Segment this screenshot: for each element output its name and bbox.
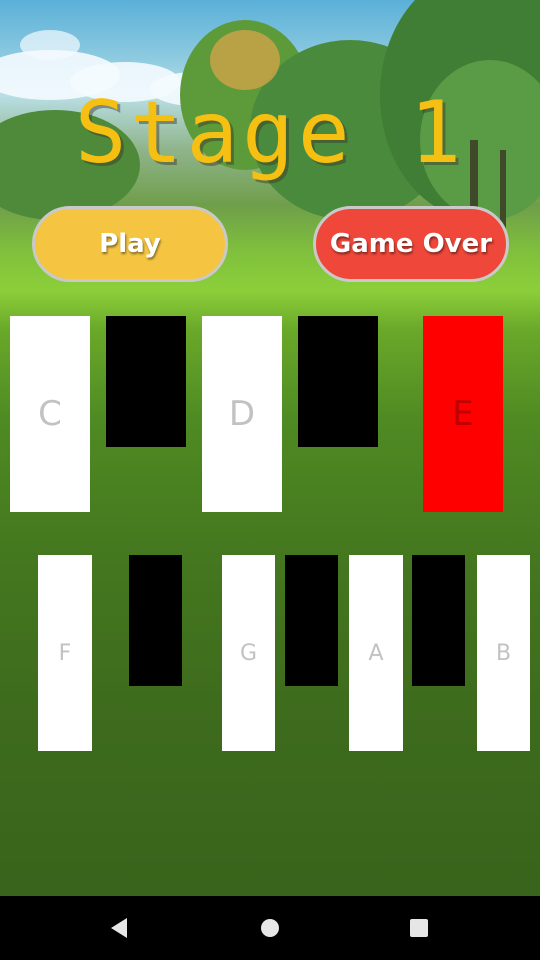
- back-button[interactable]: [103, 912, 135, 944]
- stage-title: Stage 1: [74, 83, 466, 183]
- piano-key-b[interactable]: B: [477, 555, 530, 751]
- piano-key-c[interactable]: C: [10, 316, 90, 512]
- tree-trunk: [500, 150, 506, 230]
- piano-key-black-5[interactable]: [412, 555, 465, 686]
- key-label: B: [495, 640, 512, 666]
- piano-key-black-3[interactable]: [129, 555, 182, 686]
- piano-key-black-1[interactable]: [106, 316, 186, 447]
- key-label: G: [239, 640, 258, 666]
- game-screen: Stage 1 Play Game Over C D E F G A B: [0, 0, 540, 960]
- piano-key-d[interactable]: D: [202, 316, 282, 512]
- game-over-button[interactable]: Game Over: [313, 206, 509, 282]
- home-circle-icon: [261, 919, 279, 937]
- piano-key-g[interactable]: G: [222, 555, 275, 751]
- piano-key-black-4[interactable]: [285, 555, 338, 686]
- cloud: [20, 30, 80, 60]
- recents-button[interactable]: [403, 912, 435, 944]
- key-label: A: [368, 640, 384, 666]
- play-button[interactable]: Play: [32, 206, 228, 282]
- piano-key-a[interactable]: A: [349, 555, 403, 751]
- key-label: D: [228, 394, 256, 434]
- key-label: F: [58, 640, 72, 666]
- piano-key-f[interactable]: F: [38, 555, 92, 751]
- recents-square-icon: [410, 919, 428, 937]
- home-button[interactable]: [254, 912, 286, 944]
- back-triangle-icon: [111, 918, 127, 938]
- key-label: C: [38, 394, 62, 434]
- key-label: E: [452, 394, 474, 434]
- navigation-bar: [0, 896, 540, 960]
- piano-key-e[interactable]: E: [423, 316, 503, 512]
- piano-key-black-2[interactable]: [298, 316, 378, 447]
